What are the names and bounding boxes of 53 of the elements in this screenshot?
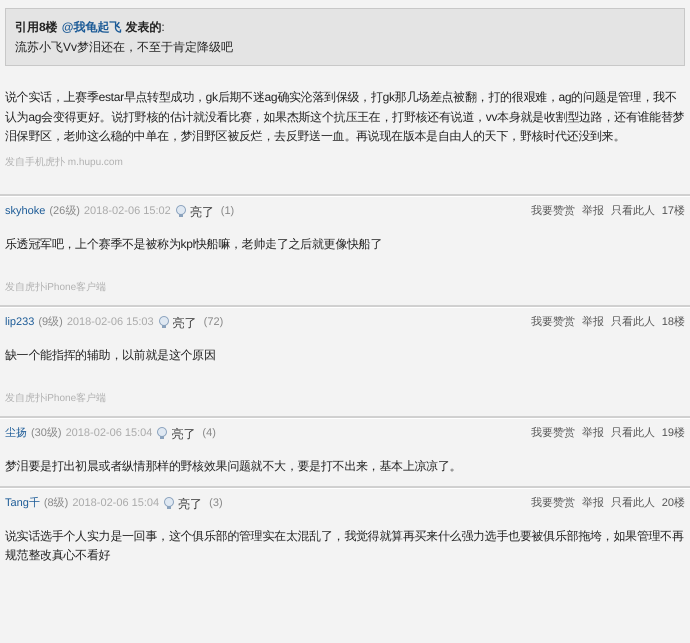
floor-number: 18楼	[662, 315, 685, 330]
action-link[interactable]: 只看此人	[610, 495, 655, 512]
action-link[interactable]: 举报	[582, 314, 604, 331]
timestamp: 2018-02-06 15:04	[66, 426, 152, 442]
light-count: (72)	[204, 315, 224, 330]
action-link[interactable]: 我要赞赏	[530, 495, 575, 512]
username-link[interactable]: lip233	[5, 314, 34, 331]
level-text: (8级)	[44, 496, 68, 512]
quote-label: 发表的	[125, 19, 162, 36]
source-text: 发自虎扑iPhone客户端	[5, 280, 108, 294]
timestamp: 2018-02-06 15:03	[66, 315, 154, 330]
reply-text: 说个实话，上赛季estar早点转型成功，gk后期不迷ag确实沦落到保级，打gk那几场差点被翻，打的很艰难，ag的问题是管理，我不认为ag会变得更好。说打野核的估计就没看比赛，如果杰斯这个抗压王在，打野核还有说道，vv本身就是收割型边路，还有谁能替梦泪保野区，老帅这么稳的中单在，梦泪野区被反烂，去反野送一血。再说现在版本是自由人的天下，野核时代还没到来。	[5, 89, 685, 145]
lightbulb-icon	[156, 427, 168, 440]
action-link[interactable]: 只看此人	[610, 314, 655, 331]
light-count: (4)	[202, 426, 216, 442]
level-text: (30级)	[31, 426, 62, 442]
level-text: (26级)	[49, 204, 80, 220]
light-button[interactable]: 亮了	[163, 494, 202, 512]
floor-number: 20楼	[662, 496, 685, 512]
action-link[interactable]: 举报	[582, 203, 604, 220]
action-link[interactable]: 举报	[582, 495, 604, 512]
source-text: 发自虎扑iPhone客户端	[5, 392, 108, 406]
timestamp: 2018-02-06 15:02	[84, 204, 171, 220]
username-link[interactable]: Tang千	[5, 495, 40, 512]
colon-text: :	[161, 19, 165, 36]
username-link[interactable]: skyhoke	[5, 203, 46, 220]
action-link[interactable]: 举报	[582, 425, 604, 442]
light-count: (1)	[220, 204, 234, 220]
action-link[interactable]: 我要赞赏	[530, 203, 575, 220]
floor-number: 19楼	[662, 426, 685, 442]
quote-text: 流苏小飞Vv梦泪还在，不至于肯定降级吧	[15, 39, 234, 56]
source-text: 发自手机虎扑 m.hupu.com	[5, 156, 124, 170]
post-text: 缺一个能指挥的辅助，以前就是这个原因	[5, 346, 217, 364]
level-text: (9级)	[38, 315, 63, 330]
lightbulb-icon	[158, 316, 170, 329]
action-link[interactable]: 只看此人	[610, 425, 655, 442]
timestamp: 2018-02-06 15:04	[72, 496, 160, 512]
action-link[interactable]: 我要赞赏	[530, 314, 575, 331]
light-count: (3)	[209, 496, 223, 512]
lightbulb-icon	[163, 497, 176, 510]
post-text: 说实话选手个人实力是一回事，这个俱乐部的管理实在太混乱了，我觉得就算再买来什么强力选手也要被俱乐部拖垮，如果管理不再规范整改真心不看好	[5, 528, 685, 564]
light-button[interactable]: 亮了	[158, 314, 197, 332]
light-button[interactable]: 亮了	[156, 424, 196, 442]
post-text: 梦泪要是打出初晨或者纵情那样的野核效果问题就不大，要是打不出来，基本上凉凉了。	[5, 458, 462, 474]
floor-number: 17楼	[662, 204, 685, 220]
author-link[interactable]: @我龟起飞	[62, 18, 122, 36]
post-text: 乐透冠军吧，上个赛季不是被称为kpl快船嘛，老帅走了之后就更像快船了	[5, 236, 384, 252]
light-button[interactable]: 亮了	[174, 202, 214, 220]
action-link[interactable]: 只看此人	[610, 203, 655, 220]
username-link[interactable]: 尘扬	[5, 425, 27, 442]
quote-floor: 引用8楼	[15, 19, 58, 36]
lightbulb-icon	[174, 205, 187, 218]
action-link[interactable]: 我要赞赏	[530, 425, 575, 442]
